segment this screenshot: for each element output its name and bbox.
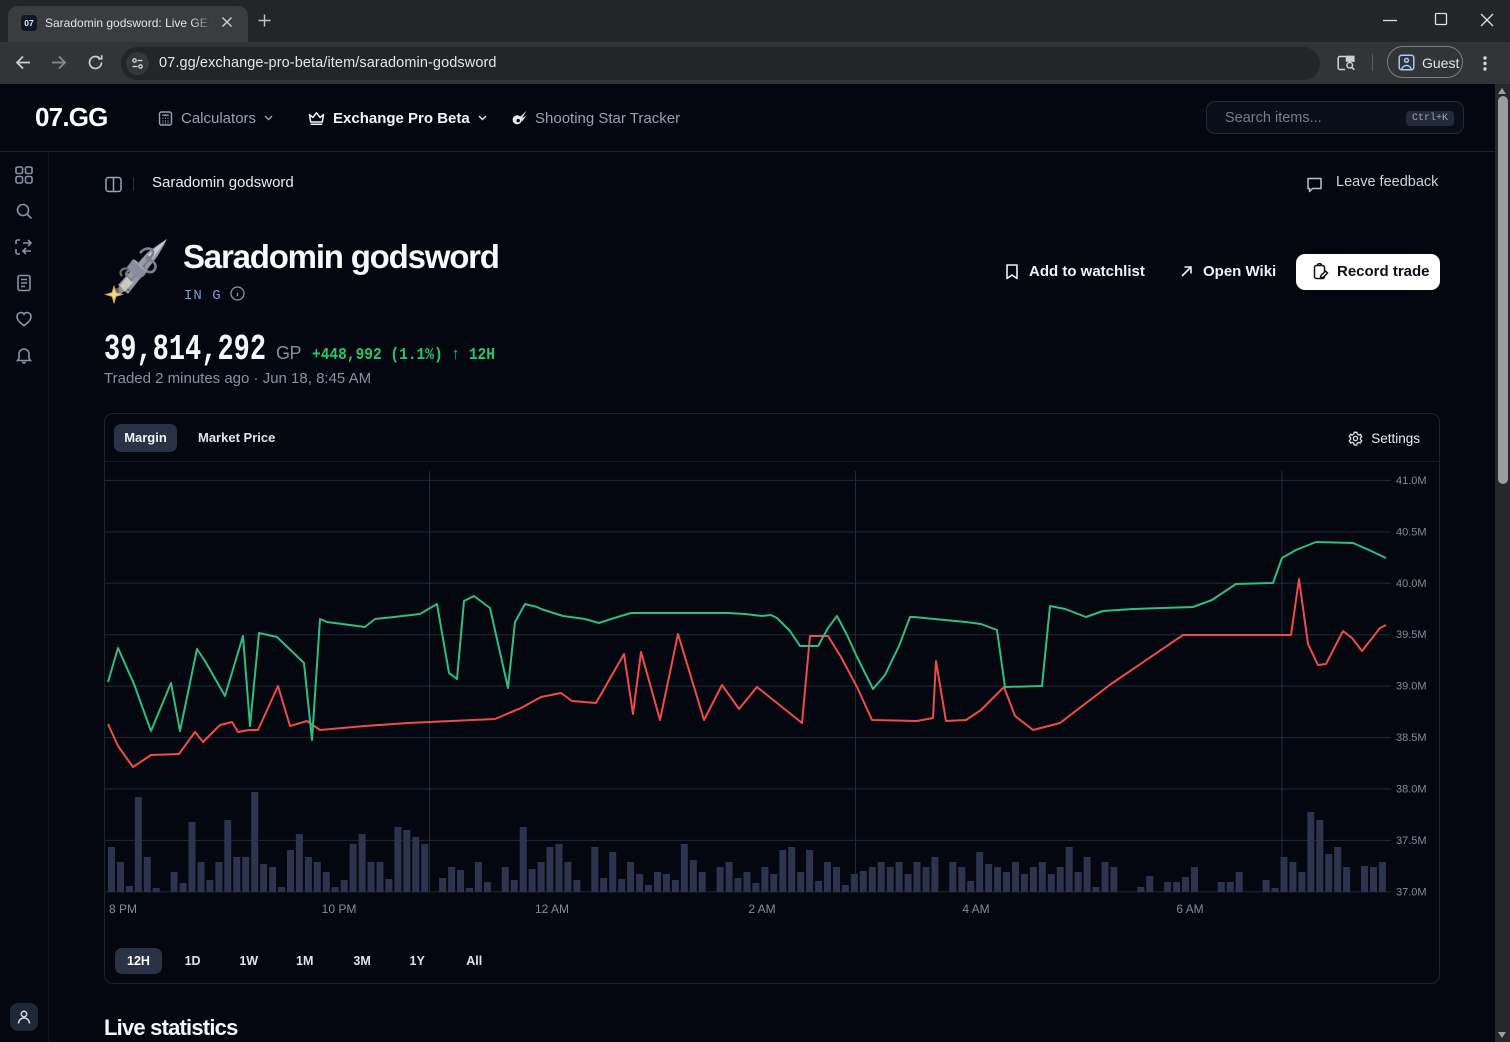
svg-text:39.0M: 39.0M xyxy=(1396,681,1427,693)
svg-text:2 AM: 2 AM xyxy=(748,902,775,916)
svg-text:37.0M: 37.0M xyxy=(1396,886,1427,898)
svg-text:40.5M: 40.5M xyxy=(1396,526,1427,538)
svg-text:38.5M: 38.5M xyxy=(1396,732,1427,744)
svg-text:8 PM: 8 PM xyxy=(109,902,137,916)
svg-text:37.5M: 37.5M xyxy=(1396,835,1427,847)
svg-text:10 PM: 10 PM xyxy=(322,902,357,916)
svg-text:41.0M: 41.0M xyxy=(1396,475,1427,487)
svg-text:38.0M: 38.0M xyxy=(1396,784,1427,796)
svg-text:12 AM: 12 AM xyxy=(535,902,569,916)
svg-text:39.5M: 39.5M xyxy=(1396,629,1427,641)
svg-text:6 AM: 6 AM xyxy=(1176,902,1203,916)
svg-text:40.0M: 40.0M xyxy=(1396,578,1427,590)
svg-text:4 AM: 4 AM xyxy=(962,902,989,916)
